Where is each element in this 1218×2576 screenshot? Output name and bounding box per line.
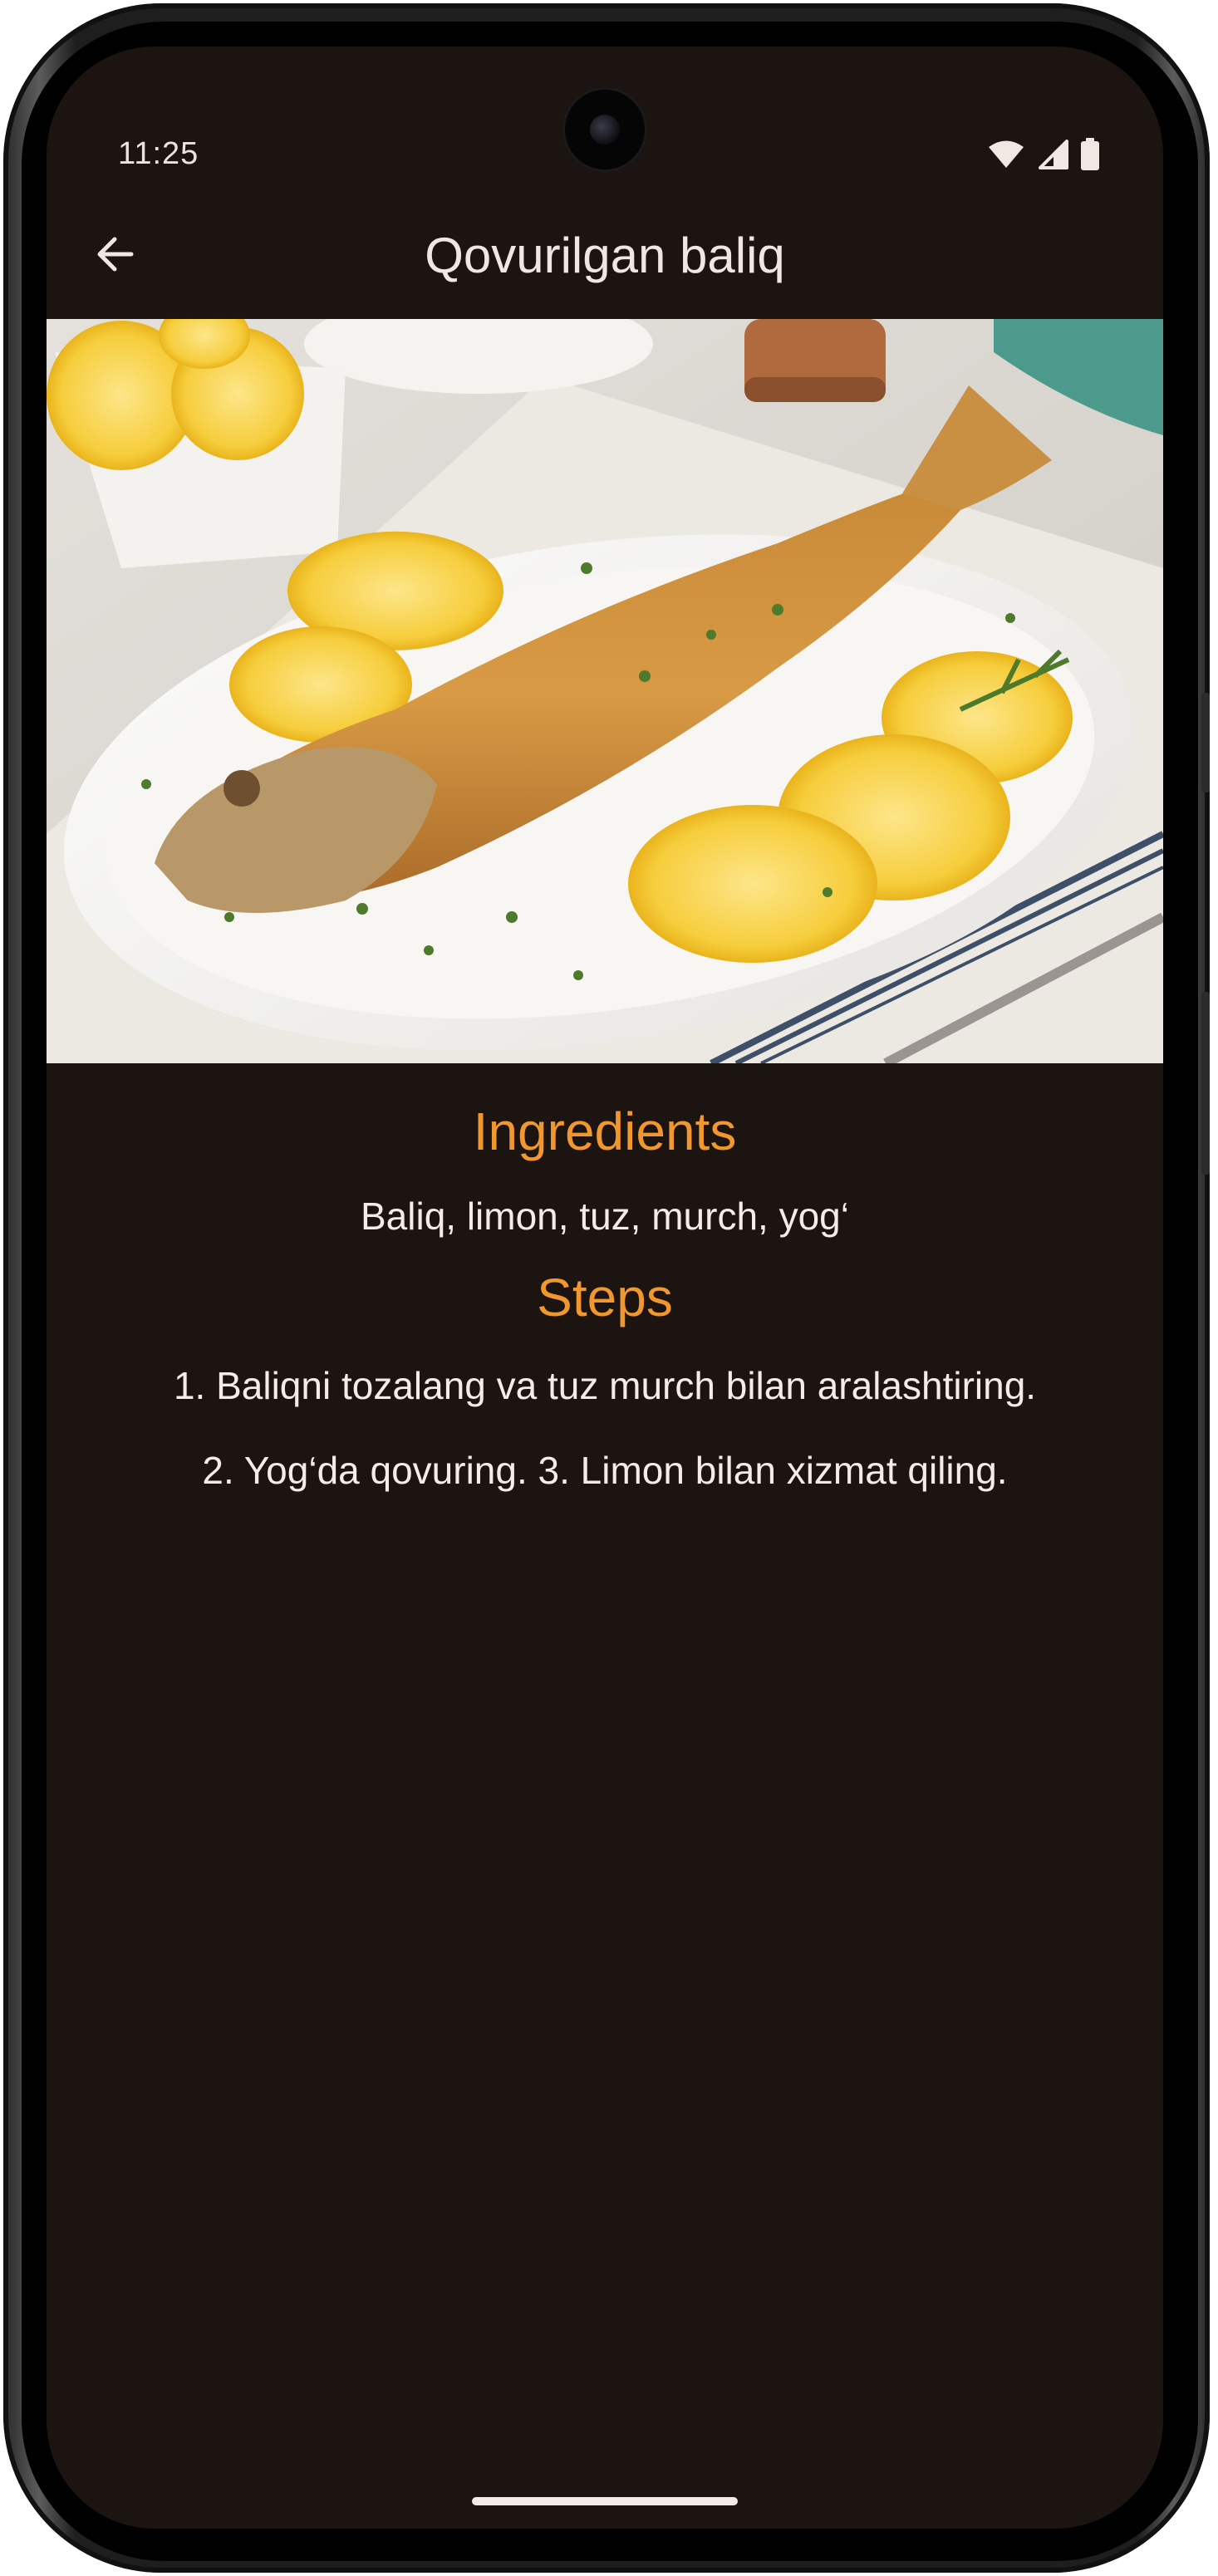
home-indicator[interactable]: [472, 2497, 738, 2505]
camera-lens: [590, 115, 620, 145]
recipe-details: Ingredients Baliq, limon, tuz, murch, yo…: [47, 1098, 1163, 1495]
front-camera: [565, 90, 645, 169]
wifi-icon: [987, 140, 1025, 174]
top-app-bar: Qovurilgan baliq: [47, 208, 1163, 301]
app-screen: 11:25 Qovurilgan baliq Ingredients Baliq…: [47, 47, 1163, 2529]
recipe-image: [47, 319, 1163, 1063]
page-title: Qovurilgan baliq: [425, 228, 785, 283]
status-icons: [987, 138, 1100, 175]
status-time: 11:25: [118, 136, 199, 171]
volume-button: [1201, 992, 1210, 1175]
steps-line-1: 1. Baliqni tozalang va tuz murch bilan a…: [173, 1364, 1037, 1407]
battery-icon: [1080, 138, 1100, 175]
power-button: [1201, 693, 1210, 792]
steps-line-2: 2. Yog‘da qovuring. 3. Limon bilan xizma…: [202, 1449, 1008, 1492]
ingredients-text: Baliq, limon, tuz, murch, yog‘: [360, 1195, 849, 1238]
cellular-signal-icon: [1037, 140, 1068, 174]
ingredients-heading: Ingredients: [473, 1102, 737, 1161]
fried-fish-photo: [47, 319, 1163, 1063]
status-bar: 11:25: [47, 47, 1163, 179]
steps-heading: Steps: [537, 1268, 673, 1327]
